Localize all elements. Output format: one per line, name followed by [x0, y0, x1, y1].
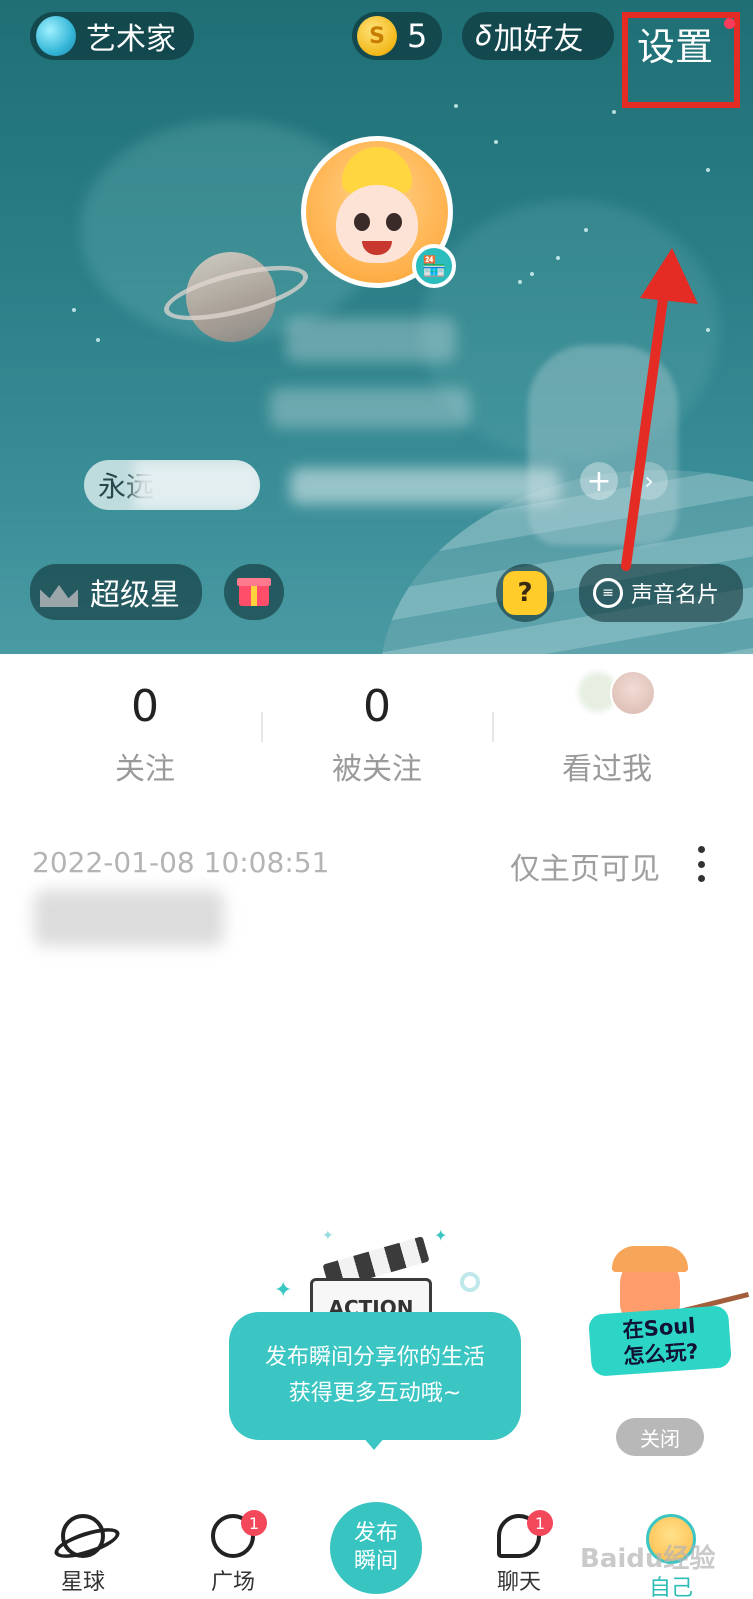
tab-square-label: 广场 [210, 1570, 255, 1595]
following-count: 0 [131, 681, 159, 732]
post-timestamp: 2022-01-08 10:08:51 [32, 846, 330, 879]
tab-square[interactable]: 1 广场 [178, 1510, 288, 1596]
close-guide-button[interactable]: 关闭 [616, 1418, 704, 1456]
red-annotation-arrow [621, 248, 698, 571]
tab-chat-label: 聊天 [496, 1570, 541, 1595]
post-visibility: 仅主页可见 [510, 852, 660, 887]
followers-label: 被关注 [332, 752, 422, 787]
following-stat[interactable]: 0 关注 [30, 676, 260, 788]
chat-badge: 1 [527, 1510, 553, 1536]
square-badge: 1 [241, 1510, 267, 1536]
tab-planet[interactable]: 星球 [28, 1514, 138, 1596]
more-options-icon[interactable] [695, 846, 707, 882]
prompt-line-1: 发布瞬间分享你的生活 [264, 1345, 485, 1370]
planet-icon [61, 1514, 105, 1558]
mascot-hat [612, 1246, 688, 1272]
visitors-label: 看过我 [562, 752, 652, 787]
soul-guide-widget[interactable]: 在Soul 怎么玩? [588, 1246, 750, 1377]
publish-line-2: 瞬间 [353, 1549, 398, 1574]
guide-tag: 在Soul 怎么玩? [588, 1305, 732, 1377]
followers-stat[interactable]: 0 被关注 [262, 676, 492, 788]
square-icon: 1 [211, 1510, 267, 1558]
ring-decoration [460, 1272, 480, 1292]
chat-icon: 1 [497, 1510, 553, 1558]
blurred-post-content [34, 890, 224, 946]
tab-chat[interactable]: 1 聊天 [464, 1510, 574, 1596]
watermark: Baidu经验 [580, 1544, 716, 1574]
tab-planet-label: 星球 [60, 1570, 105, 1595]
prompt-line-2: 获得更多互动哦~ [288, 1381, 462, 1406]
following-label: 关注 [115, 752, 175, 787]
followers-count: 0 [363, 681, 391, 732]
bubble-tail [362, 1436, 386, 1450]
sparkle-icon: ✦ [274, 1278, 293, 1303]
publish-moment-button[interactable]: 发布 瞬间 [330, 1502, 422, 1594]
guide-line-2: 怎么玩? [622, 1339, 700, 1369]
profile-page: 艺术家 S 5 𝛿 加好友 设置 🏪 永远 + › 超级星 ? ≡ 声音名片 0… [0, 0, 753, 1599]
visitor-avatar [610, 670, 656, 716]
publish-line-1: 发布 [353, 1521, 398, 1546]
publish-prompt-bubble[interactable]: 发布瞬间分享你的生活 获得更多互动哦~ [229, 1312, 521, 1440]
